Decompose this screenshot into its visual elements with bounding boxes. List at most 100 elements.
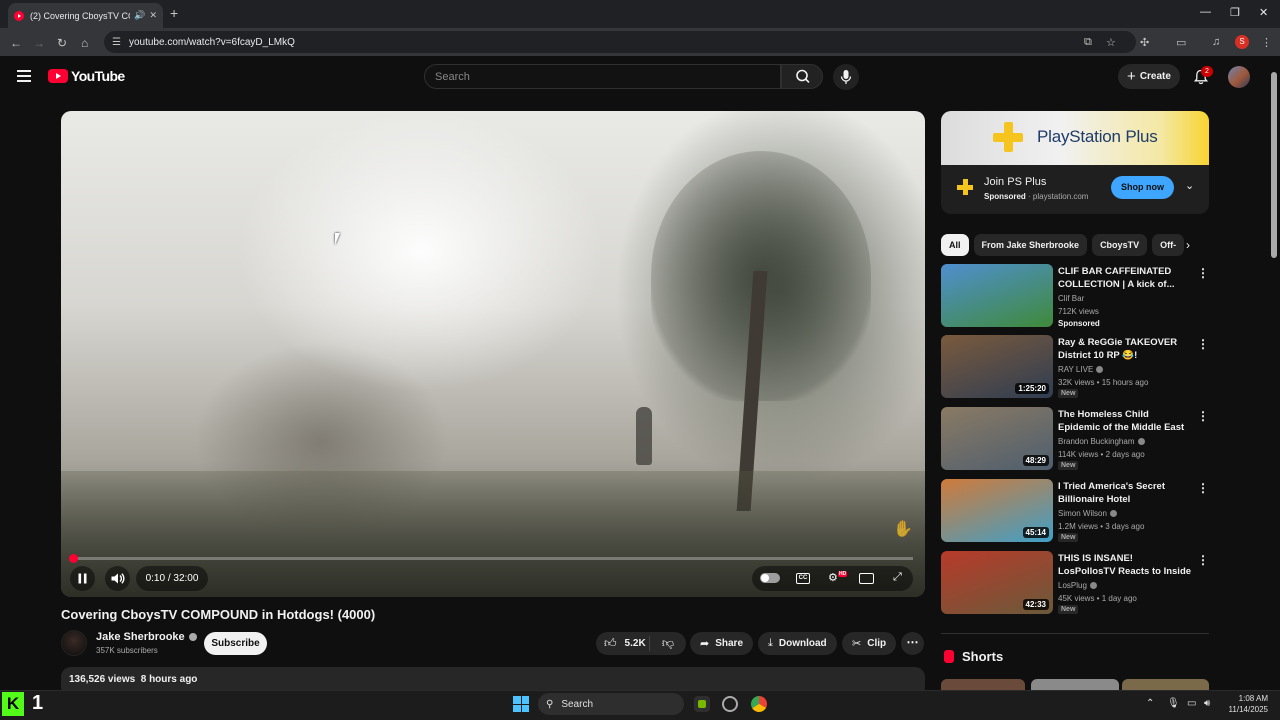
recommendation-channel[interactable]: RAY LIVE <box>1058 365 1104 374</box>
home-icon[interactable]: ⌂ <box>81 36 88 50</box>
voice-search-button[interactable] <box>833 64 859 90</box>
kebab-menu-icon[interactable]: ⋮ <box>1197 409 1209 423</box>
new-tab-icon[interactable]: + <box>170 5 178 21</box>
hamburger-menu-icon[interactable] <box>17 70 31 82</box>
more-actions-button[interactable]: ⋯ <box>901 632 924 655</box>
reload-icon[interactable]: ↻ <box>57 36 67 50</box>
autoplay-toggle[interactable] <box>760 573 780 583</box>
chrome-app-icon[interactable] <box>751 696 767 712</box>
microphone-tray-icon[interactable]: 🎙︎ <box>1167 698 1180 709</box>
recommendation-channel-text[interactable]: RAY LIVE <box>1058 365 1093 374</box>
account-avatar[interactable] <box>1228 66 1250 88</box>
media-controls-icon[interactable]: ♫ <box>1212 36 1220 48</box>
ad-banner[interactable]: PlayStation Plus <box>941 111 1209 165</box>
recommendation-item[interactable]: 1:25:20 Ray & ReGGie TAKEOVER District 10… <box>941 335 1211 399</box>
site-info-icon[interactable]: ☰ <box>112 37 121 48</box>
captions-button[interactable]: CC <box>796 573 810 584</box>
search-box[interactable] <box>424 64 781 89</box>
recommendation-channel[interactable]: Clif Bar <box>1058 294 1084 303</box>
tab-close-icon[interactable]: ✕ <box>149 10 157 21</box>
taskbar-clock[interactable]: 1:08 AM 11/14/2025 <box>1222 693 1268 715</box>
restore-icon[interactable]: ❐ <box>1230 6 1240 19</box>
steam-app-icon[interactable] <box>722 696 738 712</box>
recommendation-channel[interactable]: Brandon Buckingham <box>1058 437 1145 446</box>
channel-name[interactable]: Jake Sherbrooke <box>96 631 197 643</box>
browser-tab[interactable]: (2) Covering CboysTV COMPOUND in Hotdogs… <box>8 3 163 28</box>
recommendation-channel-text[interactable]: Simon Wilson <box>1058 509 1107 518</box>
forward-icon[interactable]: → <box>33 36 45 50</box>
recommendation-item[interactable]: CLIF BAR CAFFEINATED COLLECTION | A kick… <box>941 264 1211 328</box>
install-app-icon[interactable]: ⧉ <box>1084 36 1092 49</box>
recommendation-thumbnail[interactable]: 42:33 <box>941 551 1053 614</box>
kebab-menu-icon[interactable]: ⋮ <box>1197 553 1209 567</box>
create-button[interactable]: + Create <box>1118 64 1180 89</box>
recommendation-thumbnail[interactable] <box>941 264 1053 327</box>
recommendation-title[interactable]: The Homeless Child Epidemic of the Middl… <box>1058 408 1193 434</box>
recommendation-title[interactable]: I Tried America's Secret Billionaire Hot… <box>1058 480 1193 506</box>
share-button[interactable]: ➦ Share <box>690 632 754 655</box>
page-scrollbar-thumb[interactable] <box>1271 72 1277 258</box>
chevron-down-icon[interactable]: ⌄ <box>1185 179 1194 192</box>
recommendation-channel[interactable]: LosPlug <box>1058 581 1097 590</box>
volume-button[interactable] <box>105 566 130 591</box>
back-icon[interactable]: ← <box>10 36 22 50</box>
recommendation-title[interactable]: Ray & ReGGie TAKEOVER District 10 RP 😂! <box>1058 336 1193 362</box>
recommendation-item[interactable]: 45:14 I Tried America's Secret Billionair… <box>941 479 1211 543</box>
pause-button[interactable] <box>70 566 95 591</box>
dislike-button[interactable]: 👎︎ <box>650 636 686 651</box>
recommendation-thumbnail[interactable]: 1:25:20 <box>941 335 1053 398</box>
video-progress-bar[interactable] <box>73 557 913 560</box>
windows-start-icon[interactable] <box>513 696 529 712</box>
speaker-tray-icon[interactable]: 🔊︎ <box>1204 698 1210 709</box>
recommendation-thumbnail[interactable]: 48:29 <box>941 407 1053 470</box>
bookmark-star-icon[interactable]: ☆ <box>1106 36 1116 49</box>
recommendation-title[interactable]: CLIF BAR CAFFEINATED COLLECTION | A kick… <box>1058 265 1193 291</box>
tray-overflow-icon[interactable]: ⌃ <box>1146 698 1154 709</box>
chip-from-channel[interactable]: From Jake Sherbrooke <box>973 234 1088 256</box>
taskbar-search[interactable]: ⚲ Search <box>538 693 684 715</box>
extensions-icon[interactable]: ✣ <box>1140 36 1149 49</box>
fullscreen-icon[interactable]: ⤢ <box>893 571 902 584</box>
window-close-icon[interactable]: ✕ <box>1259 6 1268 19</box>
omnibox[interactable]: ☰ youtube.com/watch?v=6fcayD_LMkQ <box>104 31 1136 53</box>
download-button[interactable]: ⤓ Download <box>758 632 837 655</box>
chevron-right-icon[interactable]: › <box>1186 238 1190 252</box>
settings-gear-icon[interactable]: ⚙ <box>828 571 838 584</box>
browser-menu-icon[interactable]: ⋮ <box>1261 36 1272 49</box>
recommendation-item[interactable]: 48:29 The Homeless Child Epidemic of the … <box>941 407 1211 471</box>
recommendation-channel-text[interactable]: Brandon Buckingham <box>1058 437 1135 446</box>
recommendation-channel-text[interactable]: Clif Bar <box>1058 294 1084 303</box>
youtube-logo[interactable]: YouTube <box>48 68 125 84</box>
channel-name-text[interactable]: Jake Sherbrooke <box>96 631 185 643</box>
chip-cboystv[interactable]: CboysTV <box>1092 234 1148 256</box>
theater-mode-button[interactable] <box>859 573 874 584</box>
ad-title[interactable]: Join PS Plus <box>984 176 1046 188</box>
channel-avatar[interactable] <box>61 630 87 656</box>
shop-now-button[interactable]: Shop now <box>1111 176 1174 199</box>
tab-audio-icon[interactable]: 🔊 <box>134 10 145 21</box>
recommendation-item[interactable]: 42:33 THIS IS INSANE! LosPollosTV Reacts … <box>941 551 1211 615</box>
recommendation-channel-text[interactable]: LosPlug <box>1058 581 1087 590</box>
recommendation-thumbnail[interactable]: 45:14 <box>941 479 1053 542</box>
subscribe-button[interactable]: Subscribe <box>204 632 267 655</box>
chip-off-topic[interactable]: Off- <box>1152 234 1185 256</box>
browser-profile-avatar[interactable]: S <box>1235 35 1249 49</box>
network-icon[interactable]: ▭ <box>1187 698 1196 709</box>
search-button[interactable] <box>781 64 823 89</box>
cast-icon[interactable]: ▭ <box>1176 36 1186 49</box>
chip-all[interactable]: All <box>941 234 969 256</box>
kick-app-icon[interactable]: K <box>2 692 24 716</box>
progress-scrubber-handle[interactable] <box>69 554 78 563</box>
kebab-menu-icon[interactable]: ⋮ <box>1197 481 1209 495</box>
nvidia-app-icon[interactable] <box>694 696 710 712</box>
recommendation-channel[interactable]: Simon Wilson <box>1058 509 1117 518</box>
kebab-menu-icon[interactable]: ⋮ <box>1197 337 1209 351</box>
video-player[interactable]: ✋ <box>61 111 925 597</box>
minimize-icon[interactable]: — <box>1200 6 1211 18</box>
search-input[interactable] <box>435 70 780 83</box>
sponsored-ad-card[interactable]: PlayStation Plus Join PS Plus Sponsored … <box>941 111 1209 214</box>
kebab-menu-icon[interactable]: ⋮ <box>1197 266 1209 280</box>
like-button[interactable]: 👍︎ 5.2K <box>596 636 650 651</box>
recommendation-title[interactable]: THIS IS INSANE! LosPollosTV Reacts to In… <box>1058 552 1193 578</box>
clip-button[interactable]: ✂ Clip <box>842 632 897 655</box>
